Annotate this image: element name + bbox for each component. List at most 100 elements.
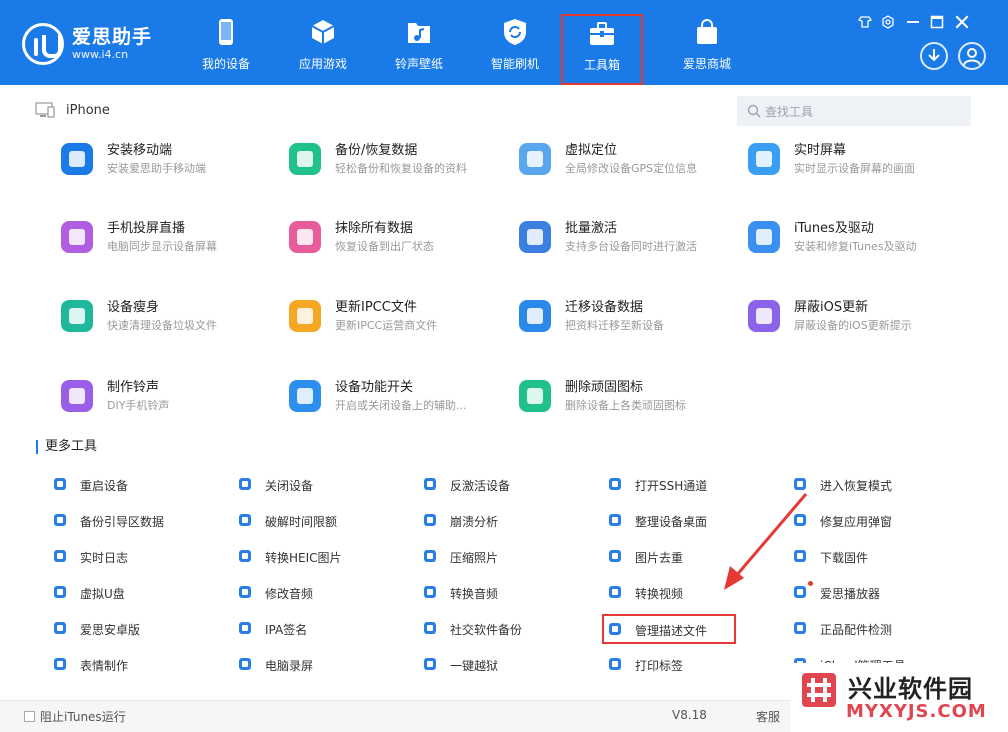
tool-cast[interactable]: 手机投屏直播 电脑同步显示设备屏幕 (58, 213, 278, 261)
emoji-icon (54, 658, 66, 670)
accessory-check-icon (794, 622, 806, 634)
more-tool-accessory-check[interactable]: 正品配件检测 (792, 618, 952, 638)
skin-icon[interactable] (858, 15, 872, 29)
tool-name: 删除顽固图标 (565, 380, 644, 395)
deactivate-icon (424, 478, 436, 490)
tool-broom[interactable]: 设备瘦身 快速清理设备垃圾文件 (58, 292, 278, 340)
nav-i4-store[interactable]: 爱思商城 (671, 0, 743, 85)
more-tool-record[interactable]: 电脑录屏 (237, 654, 397, 674)
more-tool-name: 虚拟U盘 (80, 587, 125, 601)
more-tool-usb-drive[interactable]: 虚拟U盘 (52, 582, 212, 602)
more-tool-restart[interactable]: 重启设备 (52, 474, 212, 494)
more-tool-audio-convert[interactable]: 转换音频 (422, 582, 582, 602)
more-tool-social-backup[interactable]: 社交软件备份 (422, 618, 582, 638)
tool-i4-app[interactable]: 安装移动端 安装爱思助手移动端 (58, 135, 278, 183)
tool-layers[interactable]: 备份/恢复数据 轻松备份和恢复设备的资料 (286, 135, 506, 183)
more-tool-log[interactable]: 实时日志 (52, 546, 212, 566)
more-tool-photo-compress[interactable]: 压缩照片 (422, 546, 582, 566)
tool-desc: 删除设备上各类顽固图标 (565, 399, 686, 412)
tool-name: 安装移动端 (107, 143, 173, 158)
tool-name: 更新IPCC文件 (335, 300, 417, 315)
more-tool-backup-boot[interactable]: 备份引导区数据 (52, 510, 212, 530)
more-tool-i4-android[interactable]: 爱思安卓版 (52, 618, 212, 638)
user-button[interactable] (958, 42, 986, 70)
more-tool-clock[interactable]: 破解时间限额 (237, 510, 397, 530)
ipcc-folder-icon (289, 300, 321, 332)
tool-map[interactable]: 虚拟定位 全局修改设备GPS定位信息 (516, 135, 736, 183)
block-itunes-label: 阻止iTunes运行 (40, 710, 126, 724)
more-tool-name: 关闭设备 (265, 479, 314, 493)
nav-smart-flash[interactable]: 智能刷机 (479, 0, 551, 85)
more-tool-firmware-download[interactable]: 下载固件 (792, 546, 952, 566)
tool-desc: 电脑同步显示设备屏幕 (107, 240, 217, 253)
tool-ipcc-folder[interactable]: 更新IPCC文件 更新IPCC运营商文件 (286, 292, 506, 340)
tool-desc: DIY手机铃声 (107, 399, 170, 412)
more-tool-name: 转换音频 (450, 587, 499, 601)
more-tool-video-convert[interactable]: 转换视频 (607, 582, 767, 602)
search-input[interactable]: 查找工具 (765, 103, 813, 120)
more-tool-name: 转换HEIC图片 (265, 551, 342, 565)
tool-batch-activate[interactable]: 批量激活 支持多台设备同时进行激活 (516, 213, 736, 261)
customer-service-link[interactable]: 客服 (756, 708, 780, 725)
more-tool-recovery[interactable]: 进入恢复模式 (792, 474, 952, 494)
shopping-bag-icon (697, 19, 717, 44)
more-tool-audio-edit[interactable]: 修改音频 (237, 582, 397, 602)
tool-eraser[interactable]: 抹除所有数据 恢复设备到出厂状态 (286, 213, 506, 261)
more-tool-repair-popup[interactable]: 修复应用弹窗 (792, 510, 952, 530)
nav-my-device[interactable]: 我的设备 (190, 0, 262, 85)
i4-app-icon (61, 143, 93, 175)
maximize-icon[interactable] (930, 15, 944, 29)
more-tool-emoji[interactable]: 表情制作 (52, 654, 212, 674)
more-tool-chart[interactable]: 崩溃分析 (422, 510, 582, 530)
nav-label: 爱思商城 (682, 57, 731, 71)
more-tool-player[interactable]: 爱思播放器 (792, 582, 952, 602)
tool-ringtone[interactable]: 制作铃声 DIY手机铃声 (58, 372, 278, 420)
more-tool-name: 备份引导区数据 (80, 515, 165, 529)
tool-migrate[interactable]: 迁移设备数据 把资料迁移至新设备 (516, 292, 736, 340)
tool-sliders[interactable]: 设备功能开关 开启或关闭设备上的辅助... (286, 372, 506, 420)
tool-screen[interactable]: 实时屏幕 实时显示设备屏幕的画面 (745, 135, 965, 183)
tool-name: 屏蔽iOS更新 (794, 300, 869, 315)
more-tool-image-dedupe[interactable]: 图片去重 (607, 546, 767, 566)
more-tool-name: 实时日志 (80, 551, 129, 565)
more-tool-name: 修复应用弹窗 (820, 515, 893, 529)
nav-label: 应用游戏 (298, 57, 347, 71)
more-tool-name: 图片去重 (635, 551, 684, 565)
cube-icon (311, 20, 335, 44)
more-tool-ssh[interactable]: 打开SSH通道 (607, 474, 767, 494)
search-box[interactable]: 查找工具 (737, 96, 971, 126)
i4-android-icon (54, 622, 66, 634)
user-icon (963, 48, 981, 66)
tool-trash[interactable]: 删除顽固图标删除设备上各类顽固图标 (516, 372, 736, 420)
more-tool-unlock[interactable]: 一键越狱 (422, 654, 582, 674)
nav-apps-games[interactable]: 应用游戏 (287, 0, 359, 85)
more-tool-name: 重启设备 (80, 479, 129, 493)
more-tool-power[interactable]: 关闭设备 (237, 474, 397, 494)
more-tool-deactivate[interactable]: 反激活设备 (422, 474, 582, 494)
more-tool-ipa-sign[interactable]: IPA签名 (237, 618, 397, 638)
settings-icon[interactable] (881, 15, 895, 29)
download-button[interactable] (920, 42, 948, 70)
usb-drive-icon (54, 586, 66, 598)
tool-desc: 把资料迁移至新设备 (565, 319, 664, 332)
top-bar: 爱思助手 www.i4.cn 我的设备 应用游戏 铃声壁纸 智能刷机 工具箱 爱… (0, 0, 1008, 85)
minimize-icon[interactable] (906, 15, 920, 29)
tool-block-update[interactable]: 屏蔽iOS更新 屏蔽设备的iOS更新提示 (745, 292, 965, 340)
close-icon[interactable] (954, 14, 970, 30)
nav-toolbox[interactable]: 工具箱 (561, 14, 643, 85)
more-tool-heic-convert[interactable]: 转换HEIC图片 (237, 546, 397, 566)
batch-activate-icon (519, 221, 551, 253)
repair-popup-icon (794, 514, 806, 526)
more-tool-printer[interactable]: 打印标签 (607, 654, 767, 674)
block-itunes-checkbox[interactable] (24, 711, 35, 722)
more-tool-profile-manage[interactable]: 管理描述文件 (602, 614, 736, 644)
nav-ringtones-wallpapers[interactable]: 铃声壁纸 (383, 0, 455, 85)
tool-music-note[interactable]: iTunes及驱动 安装和修复iTunes及驱动 (745, 213, 965, 261)
more-tool-desktop-grid[interactable]: 整理设备桌面 (607, 510, 767, 530)
tool-desc: 开启或关闭设备上的辅助... (335, 399, 467, 412)
map-icon (519, 143, 551, 175)
backup-boot-icon (54, 514, 66, 526)
more-tool-name: 崩溃分析 (450, 515, 499, 529)
ssh-icon (609, 478, 621, 490)
video-convert-icon (609, 586, 621, 598)
